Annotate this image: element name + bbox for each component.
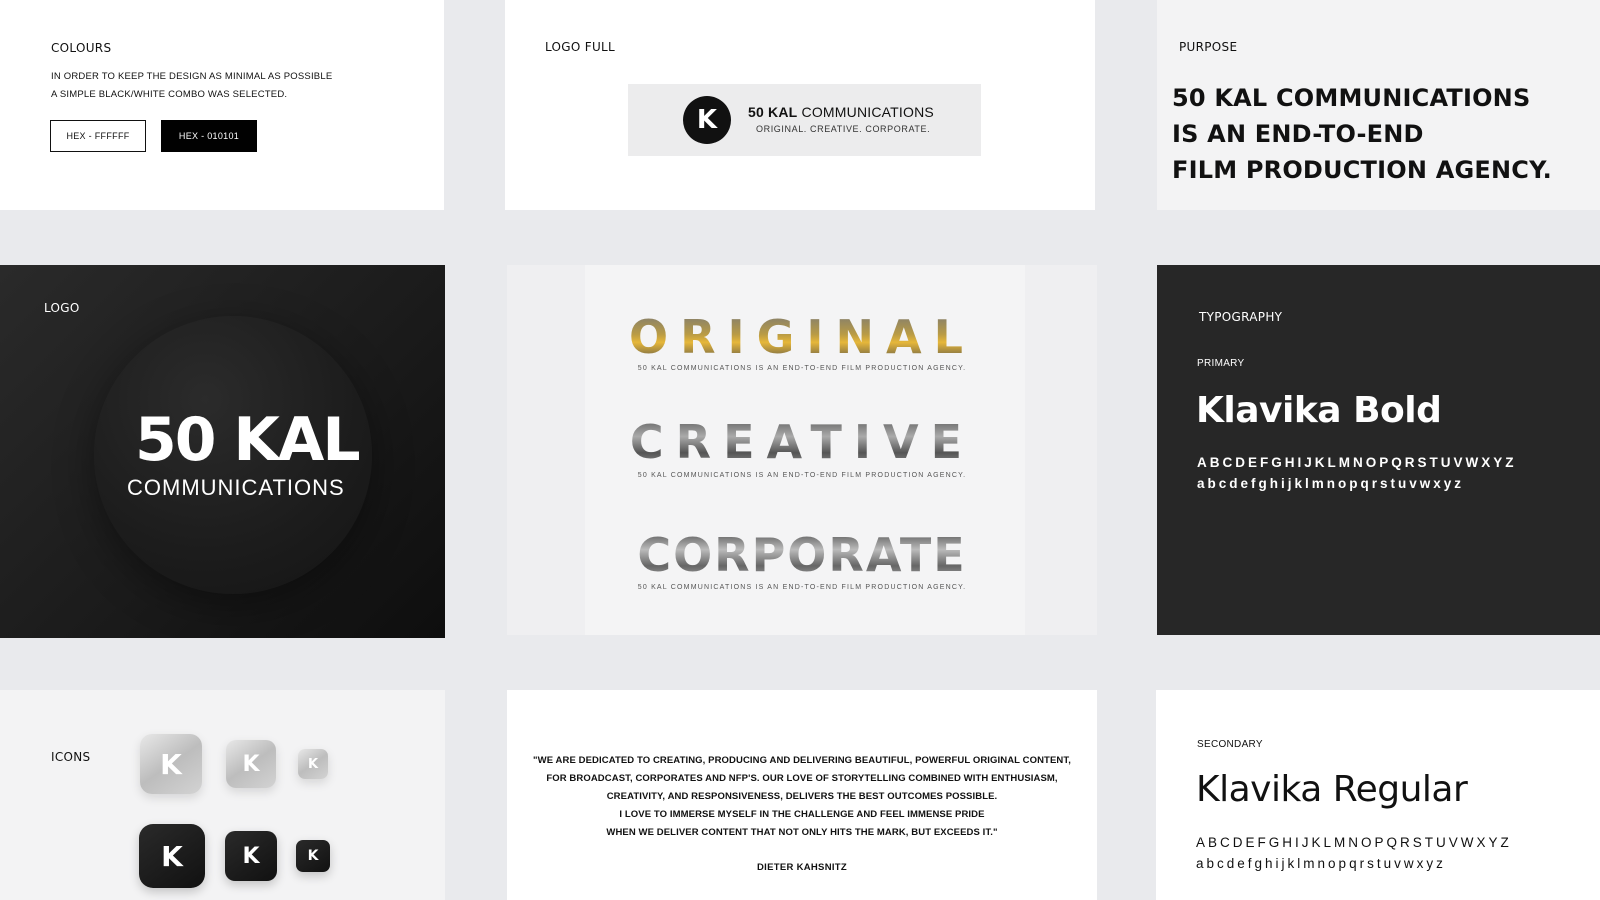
purpose-heading: PURPOSE [1179,40,1238,54]
primary-uppercase: ABCDEFGHIJKLMNOPQRSTUVWXYZ [1197,455,1517,470]
k-icon-dark-large: K [139,824,205,888]
purpose-card: PURPOSE 50 KAL COMMUNICATIONS IS AN END-… [1157,0,1600,210]
logo-wordmark: 50 KAL [135,405,361,475]
colours-description: IN ORDER TO KEEP THE DESIGN AS MINIMAL A… [51,68,332,104]
logo-full-name-rest: COMMUNICATIONS [801,104,934,120]
quote-line2: FOR BROADCAST, CORPORATES AND NFP'S. OUR… [546,773,1058,784]
swatch-black: HEX - 010101 [161,120,257,152]
k-icon-dark-medium: K [225,831,277,881]
purpose-line1: 50 KAL COMMUNICATIONS [1172,84,1531,112]
values-card: ORIGINAL 50 KAL COMMUNICATIONS IS AN END… [507,265,1097,635]
icons-heading: ICONS [51,750,91,764]
primary-font-name: Klavika Bold [1196,390,1442,431]
logo-heading: LOGO [44,301,80,315]
secondary-typography-card: SECONDARY Klavika Regular ABCDEFGHIJKLMN… [1156,690,1600,900]
word-corporate: CORPORATE [507,528,1097,582]
colours-desc-line2: A SIMPLE BLACK/WHITE COMBO WAS SELECTED. [51,89,288,100]
logo-subtitle: COMMUNICATIONS [127,475,345,500]
quote-text: "WE ARE DEDICATED TO CREATING, PRODUCING… [507,752,1097,842]
primary-label: PRIMARY [1197,358,1245,369]
colours-card: COLOURS IN ORDER TO KEEP THE DESIGN AS M… [0,0,444,210]
icons-card: ICONS K K K K K K [0,690,445,900]
colours-desc-line1: IN ORDER TO KEEP THE DESIGN AS MINIMAL A… [51,71,333,82]
swatch-white: HEX - FFFFFF [50,120,146,152]
primary-lowercase: abcdefghijklmnopqrstuvwxyz [1197,476,1465,491]
secondary-lowercase: abcdefghijklmnopqrstuvwxyz [1196,856,1446,871]
quote-line4: I LOVE TO IMMERSE MYSELF IN THE CHALLENG… [619,809,985,820]
purpose-line3: FILM PRODUCTION AGENCY. [1172,156,1552,184]
logo-card: LOGO 50 KAL COMMUNICATIONS [0,265,445,638]
word-original: ORIGINAL [507,310,1097,364]
purpose-statement: 50 KAL COMMUNICATIONS IS AN END-TO-END F… [1172,80,1552,188]
logo-strip: K 50 KAL COMMUNICATIONS ORIGINAL. CREATI… [628,84,981,156]
k-icon-light-medium: K [226,740,276,788]
word-creative-sub: 50 KAL COMMUNICATIONS IS AN END-TO-END F… [637,472,967,479]
logo-full-tagline: ORIGINAL. CREATIVE. CORPORATE. [756,124,931,134]
secondary-uppercase: ABCDEFGHIJKLMNOPQRSTUVWXYZ [1196,835,1512,850]
secondary-font-name: Klavika Regular [1196,769,1468,810]
purpose-line2: IS AN END-TO-END [1172,120,1424,148]
logo-full-card: LOGO FULL K 50 KAL COMMUNICATIONS ORIGIN… [505,0,1095,210]
logo-full-heading: LOGO FULL [545,40,616,54]
word-corporate-sub: 50 KAL COMMUNICATIONS IS AN END-TO-END F… [637,584,967,591]
secondary-label: SECONDARY [1197,739,1263,750]
logo-full-name: 50 KAL COMMUNICATIONS [748,104,934,120]
typography-heading: TYPOGRAPHY [1199,310,1283,324]
logo-full-name-bold: 50 KAL [748,104,798,120]
k-logo-icon: K [683,96,731,144]
quote-author: DIETER KAHSNITZ [757,862,847,873]
typography-card: TYPOGRAPHY PRIMARY Klavika Bold ABCDEFGH… [1157,265,1600,635]
k-icon-dark-small: K [296,840,330,872]
quote-card: "WE ARE DEDICATED TO CREATING, PRODUCING… [507,690,1097,900]
quote-line3: CREATIVITY, AND RESPONSIVENESS, DELIVERS… [606,791,998,802]
quote-line1: "WE ARE DEDICATED TO CREATING, PRODUCING… [533,755,1071,766]
k-icon-light-small: K [298,749,328,779]
quote-line5: WHEN WE DELIVER CONTENT THAT NOT ONLY HI… [606,827,998,838]
colours-heading: COLOURS [51,41,112,55]
word-creative: CREATIVE [507,415,1097,469]
k-icon-light-large: K [140,734,202,794]
word-original-sub: 50 KAL COMMUNICATIONS IS AN END-TO-END F… [637,365,967,372]
